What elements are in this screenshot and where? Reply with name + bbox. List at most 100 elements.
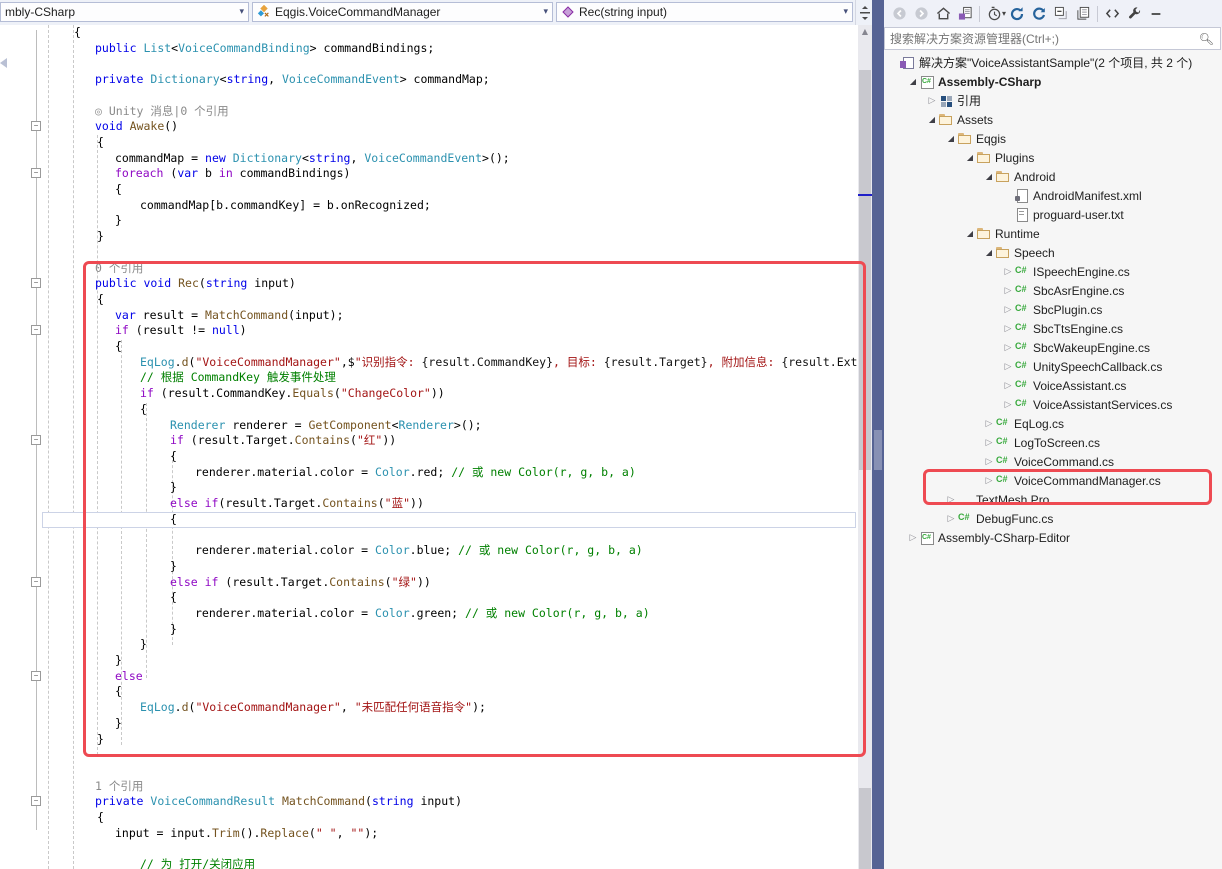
code-line[interactable]: { xyxy=(115,684,122,699)
code-line[interactable]: public List<VoiceCommandBinding> command… xyxy=(95,41,434,56)
code-line[interactable]: commandMap = new Dictionary<string, Voic… xyxy=(115,151,510,166)
tree-item[interactable]: ◢Plugins xyxy=(884,148,1222,167)
collapsed-arrow-icon[interactable]: ▷ xyxy=(1002,286,1014,296)
code-line[interactable]: public void Rec(string input) xyxy=(95,276,296,291)
code-line[interactable]: { xyxy=(170,449,177,464)
tree-item[interactable]: ◢Assembly-CSharp xyxy=(884,72,1222,91)
search-input[interactable] xyxy=(885,31,1199,47)
tree-item[interactable]: ▷LogToScreen.cs xyxy=(884,433,1222,452)
code-line[interactable]: { xyxy=(115,339,122,354)
tree-item[interactable]: proguard-user.txt xyxy=(884,205,1222,224)
collapsed-arrow-icon[interactable]: ▷ xyxy=(1002,400,1014,410)
expanded-arrow-icon[interactable]: ◢ xyxy=(983,172,995,181)
code-line[interactable]: if (result.Target.Contains("红")) xyxy=(170,433,396,448)
code-line[interactable]: } xyxy=(140,637,147,652)
code-line[interactable]: { xyxy=(115,182,122,197)
split-editor-button[interactable] xyxy=(855,0,873,25)
code-line[interactable]: private VoiceCommandResult MatchCommand(… xyxy=(95,794,462,809)
code-line[interactable]: } xyxy=(170,559,177,574)
tree-item[interactable]: ▷引用 xyxy=(884,91,1222,110)
code-line[interactable]: { xyxy=(97,135,104,150)
code-line[interactable]: } xyxy=(115,653,122,668)
back-button[interactable] xyxy=(888,3,910,25)
type-dropdown[interactable]: Eqgis.VoiceCommandManager ▾ xyxy=(252,2,553,22)
code-line[interactable]: { xyxy=(170,512,177,527)
tree-item[interactable]: ▷VoiceCommand.cs xyxy=(884,452,1222,471)
forward-button[interactable] xyxy=(910,3,932,25)
tree-item[interactable]: ▷VoiceAssistant.cs xyxy=(884,376,1222,395)
view-code-button[interactable] xyxy=(1101,3,1123,25)
collapsed-arrow-icon[interactable]: ▷ xyxy=(1002,343,1014,353)
code-line[interactable]: else if (result.Target.Contains("绿")) xyxy=(170,575,431,590)
collapsed-arrow-icon[interactable]: ▷ xyxy=(907,533,919,543)
tree-item[interactable]: ▷SbcTtsEngine.cs xyxy=(884,319,1222,338)
tree-item[interactable]: ◢Runtime xyxy=(884,224,1222,243)
tree-item[interactable]: AndroidManifest.xml xyxy=(884,186,1222,205)
sync-with-active-document-button[interactable] xyxy=(954,3,976,25)
collapsed-arrow-icon[interactable]: ▷ xyxy=(983,476,995,486)
code-line[interactable]: if (result != null) xyxy=(115,323,247,338)
search-icon[interactable]: 🔍︎ xyxy=(1199,32,1214,46)
collapse-all-button[interactable] xyxy=(1050,3,1072,25)
fold-collapse-box[interactable]: − xyxy=(31,121,41,131)
code-line[interactable]: // 为 打开/关闭应用 xyxy=(140,857,255,869)
code-line[interactable]: Renderer renderer = GetComponent<Rendere… xyxy=(170,418,482,433)
code-line[interactable]: EqLog.d("VoiceCommandManager", "未匹配任何语音指… xyxy=(140,700,486,715)
tree-item[interactable]: ◢Assets xyxy=(884,110,1222,129)
tree-item[interactable]: ▷ISpeechEngine.cs xyxy=(884,262,1222,281)
refresh-view-button[interactable] xyxy=(1028,3,1050,25)
fold-collapse-box[interactable]: − xyxy=(31,435,41,445)
fold-collapse-box[interactable]: − xyxy=(31,796,41,806)
code-line[interactable]: foreach (var b in commandBindings) xyxy=(115,166,350,181)
project-dropdown[interactable]: mbly-CSharp ▾ xyxy=(0,2,249,22)
code-line[interactable]: } xyxy=(115,213,122,228)
collapsed-arrow-icon[interactable]: ▷ xyxy=(1002,362,1014,372)
expanded-arrow-icon[interactable]: ◢ xyxy=(964,229,976,238)
collapsed-arrow-icon[interactable]: ▷ xyxy=(1002,324,1014,334)
tree-item[interactable]: ▷TextMesh Pro xyxy=(884,490,1222,509)
fold-collapse-box[interactable]: − xyxy=(31,278,41,288)
collapsed-arrow-icon[interactable]: ▷ xyxy=(1002,305,1014,315)
solution-search-box[interactable]: 🔍︎ xyxy=(884,27,1221,50)
tree-item[interactable]: ▷VoiceCommandManager.cs xyxy=(884,471,1222,490)
collapsed-arrow-icon[interactable]: ▷ xyxy=(983,457,995,467)
tree-item[interactable]: ▷UnitySpeechCallback.cs xyxy=(884,357,1222,376)
collapsed-arrow-icon[interactable]: ▷ xyxy=(926,96,938,106)
code-line[interactable]: { xyxy=(97,810,104,825)
code-line[interactable]: // 根据 CommandKey 触发事件处理 xyxy=(140,370,336,385)
panel-divider[interactable] xyxy=(872,0,884,869)
code-line[interactable]: renderer.material.color = Color.blue; //… xyxy=(195,543,643,558)
scrollbar-thumb[interactable] xyxy=(859,70,871,470)
tree-item[interactable]: ▷SbcWakeupEngine.cs xyxy=(884,338,1222,357)
code-line[interactable]: { xyxy=(170,590,177,605)
code-line[interactable]: else if(result.Target.Contains("蓝")) xyxy=(170,496,424,511)
code-line[interactable]: 0 个引用 xyxy=(95,261,143,276)
expanded-arrow-icon[interactable]: ◢ xyxy=(983,248,995,257)
code-line[interactable]: ◎ Unity 消息|0 个引用 xyxy=(95,104,229,119)
code-line[interactable]: } xyxy=(97,229,104,244)
collapsed-arrow-icon[interactable]: ▷ xyxy=(1002,267,1014,277)
code-line[interactable]: commandMap[b.commandKey] = b.onRecognize… xyxy=(140,198,431,213)
code-line[interactable]: } xyxy=(97,732,104,747)
code-line[interactable]: } xyxy=(170,480,177,495)
editor-vertical-scrollbar[interactable]: ▲ xyxy=(858,25,872,869)
collapsed-arrow-icon[interactable]: ▷ xyxy=(983,419,995,429)
member-dropdown[interactable]: Rec(string input) ▾ xyxy=(556,2,853,22)
code-line[interactable]: { xyxy=(140,402,147,417)
code-line[interactable]: { xyxy=(74,25,81,40)
expanded-arrow-icon[interactable]: ◢ xyxy=(945,134,957,143)
code-line[interactable]: } xyxy=(115,716,122,731)
scrollbar-lower-block[interactable] xyxy=(859,788,871,869)
code-line[interactable]: private Dictionary<string, VoiceCommandE… xyxy=(95,72,490,87)
fold-collapse-box[interactable]: − xyxy=(31,325,41,335)
fold-collapse-box[interactable]: − xyxy=(31,168,41,178)
code-line[interactable]: renderer.material.color = Color.green; /… xyxy=(195,606,650,621)
code-line[interactable]: renderer.material.color = Color.red; // … xyxy=(195,465,636,480)
home-button[interactable] xyxy=(932,3,954,25)
fold-collapse-box[interactable]: − xyxy=(31,577,41,587)
code-line[interactable]: if (result.CommandKey.Equals("ChangeColo… xyxy=(140,386,445,401)
expanded-arrow-icon[interactable]: ◢ xyxy=(907,77,919,86)
tree-item[interactable]: ▷DebugFunc.cs xyxy=(884,509,1222,528)
tree-item[interactable]: ◢Android xyxy=(884,167,1222,186)
refresh-button[interactable] xyxy=(1006,3,1028,25)
